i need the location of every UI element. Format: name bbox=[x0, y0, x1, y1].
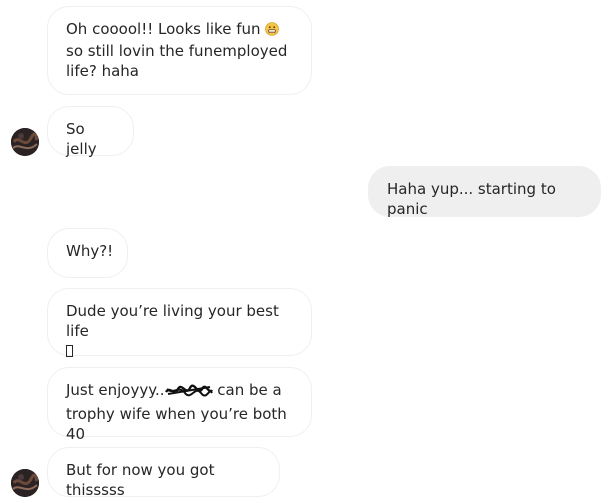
message-text: But for now you got thisssss bbox=[66, 461, 215, 499]
unrendered-emoji-icon bbox=[66, 345, 73, 357]
message-bubble-incoming[interactable]: But for now you got thisssss bbox=[47, 447, 280, 499]
message-bubble-incoming[interactable]: Why?! bbox=[47, 228, 128, 278]
message-text: Just enjoyyy.. bbox=[66, 381, 165, 399]
message-bubble-incoming[interactable]: Just enjoyyy.. can be a trophy wife when… bbox=[47, 367, 312, 443]
redacted-name-scribble bbox=[164, 383, 213, 404]
message-text: So jelly bbox=[66, 120, 97, 158]
message-bubble-incoming[interactable]: Dude you’re living your best life bbox=[47, 288, 312, 357]
message-text: Oh cooool!! Looks like fun bbox=[66, 20, 261, 38]
message-text: Why?! bbox=[66, 242, 114, 260]
message-bubble-incoming[interactable]: Oh cooool!! Looks like fun so still lovi… bbox=[47, 6, 312, 95]
contact-avatar[interactable] bbox=[11, 469, 39, 497]
message-text: Dude you’re living your best life bbox=[66, 302, 279, 340]
grinning-face-emoji-icon bbox=[265, 21, 280, 41]
contact-avatar[interactable] bbox=[11, 128, 39, 156]
message-bubble-outgoing[interactable]: Haha yup... starting to panic bbox=[368, 166, 601, 218]
message-bubble-incoming[interactable]: So jelly bbox=[47, 106, 134, 158]
message-text: Haha yup... starting to panic bbox=[387, 180, 556, 218]
message-text-continued: so still lovin the funemployed life? hah… bbox=[66, 42, 288, 80]
